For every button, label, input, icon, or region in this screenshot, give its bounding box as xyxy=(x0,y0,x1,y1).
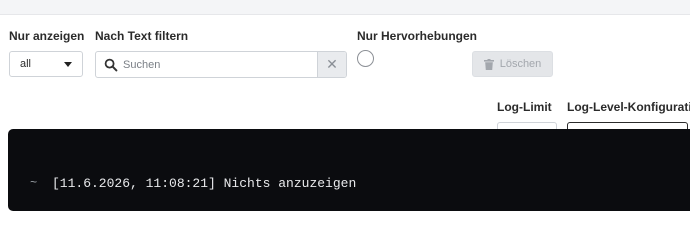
clear-search-button[interactable]: ✕ xyxy=(317,52,346,77)
show-only-label: Nur anzeigen xyxy=(9,29,85,43)
show-only-value: all xyxy=(20,58,32,70)
search-icon xyxy=(104,58,118,72)
show-only-select[interactable]: all xyxy=(9,51,83,77)
search-input[interactable] xyxy=(123,52,317,77)
log-line: [11.6.2026, 11:08:21] Nichts anzuzeigen xyxy=(52,176,357,191)
log-limit-label: Log-Limit xyxy=(497,100,552,114)
text-filter-label: Nach Text filtern xyxy=(95,29,189,43)
clear-logs-label: Löschen xyxy=(499,58,542,70)
chevron-down-icon xyxy=(64,62,72,67)
log-console: ~ [11.6.2026, 11:08:21] Nichts anzuzeige… xyxy=(8,129,690,211)
close-icon: ✕ xyxy=(326,56,338,72)
prompt-icon: ~ xyxy=(30,176,38,190)
clear-logs-button[interactable]: Löschen xyxy=(472,51,553,77)
trash-icon xyxy=(483,58,494,70)
highlights-only-label: Nur Hervorhebungen xyxy=(357,29,478,43)
top-band xyxy=(0,0,690,15)
log-level-label: Log-Level-Konfiguration xyxy=(567,100,690,114)
text-filter-field[interactable]: ✕ xyxy=(95,51,347,78)
highlights-only-toggle[interactable] xyxy=(357,50,374,67)
